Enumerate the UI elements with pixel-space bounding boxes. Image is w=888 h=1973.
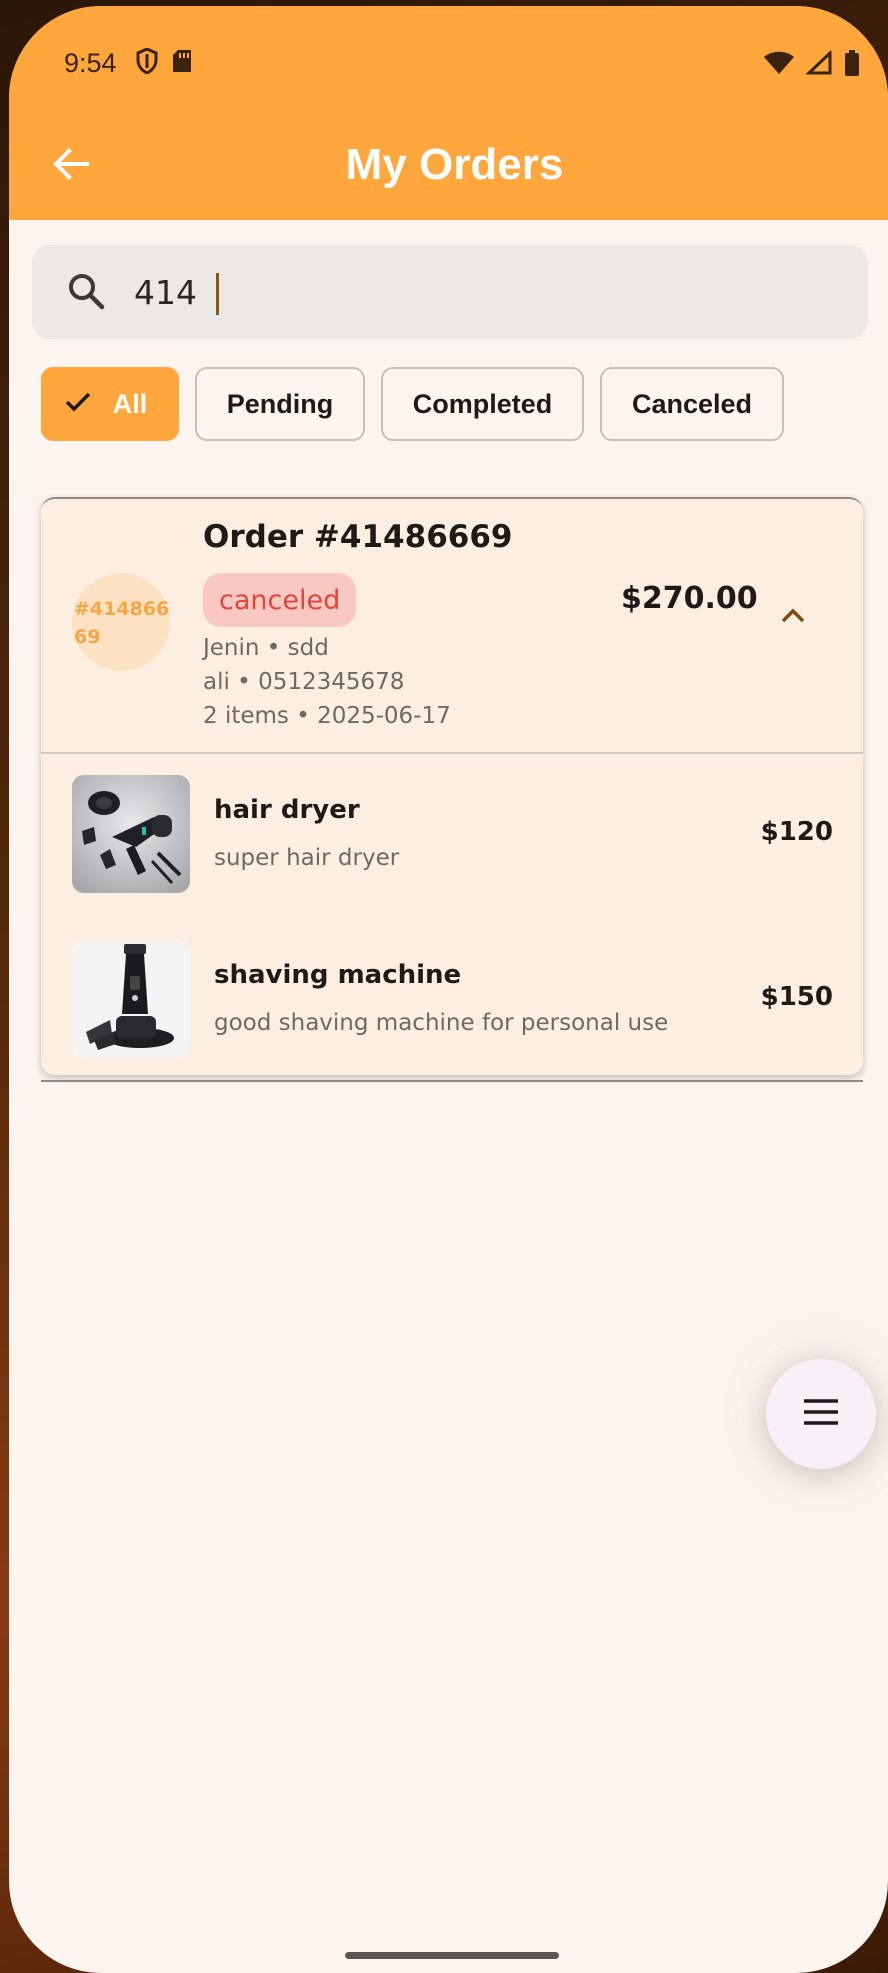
sd-card-icon [172, 49, 192, 80]
filter-chip-pending[interactable]: Pending [195, 367, 365, 441]
shield-icon [136, 47, 158, 81]
menu-fab-button[interactable] [766, 1359, 876, 1469]
item-price: $120 [760, 817, 833, 847]
item-name: shaving machine [214, 960, 462, 990]
item-description: good shaving machine for personal use [214, 1010, 669, 1036]
hair-dryer-product-image [72, 775, 190, 893]
order-item[interactable]: hair dryer super hair dryer $120 [41, 775, 863, 895]
status-bar: 9:54 [64, 44, 860, 84]
item-description: super hair dryer [214, 845, 400, 871]
page-title: My Orders [345, 140, 564, 189]
filter-chip-completed[interactable]: Completed [381, 367, 584, 441]
text-cursor [216, 273, 219, 315]
status-badge: canceled [203, 573, 357, 627]
collapse-button[interactable] [773, 597, 813, 637]
item-name: hair dryer [214, 795, 360, 825]
filter-chip-label: Pending [226, 388, 334, 419]
menu-icon [802, 1398, 840, 1431]
search-input[interactable] [132, 261, 736, 323]
search-bar[interactable] [32, 245, 868, 339]
filter-chip-label: Canceled [631, 388, 753, 419]
battery-icon [844, 50, 860, 83]
order-title: Order #41486669 [203, 519, 513, 555]
filter-chip-all[interactable]: All [41, 367, 179, 441]
check-icon [65, 389, 91, 420]
order-location: Jenin • sdd [203, 635, 329, 661]
status-filter-chips: All Pending Completed Canceled [41, 367, 784, 441]
order-item[interactable]: shaving machine good shaving machine for… [41, 940, 863, 1060]
wifi-icon [764, 51, 794, 82]
chevron-up-icon [781, 607, 805, 628]
order-summary: 2 items • 2025-06-17 [203, 703, 451, 729]
search-icon [66, 271, 108, 313]
order-contact: ali • 0512345678 [203, 669, 405, 695]
status-time: 9:54 [64, 48, 117, 78]
order-total: $270.00 [621, 581, 758, 616]
shaving-machine-product-image [72, 940, 190, 1058]
app-bar: 9:54 My Orders [9, 6, 888, 220]
cell-signal-icon [805, 49, 832, 82]
divider [41, 752, 863, 754]
home-indicator[interactable] [345, 1952, 559, 1959]
list-divider [41, 1080, 863, 1082]
filter-chip-label: Completed [412, 388, 553, 419]
order-avatar: #41486669 [72, 573, 170, 671]
item-price: $150 [760, 982, 833, 1012]
filter-chip-canceled[interactable]: Canceled [600, 367, 784, 441]
title-row: My Orders [9, 134, 888, 204]
order-card[interactable]: #41486669 Order #41486669 canceled $270.… [41, 497, 863, 1075]
phone-screen: 9:54 My Orders 414 All Pending Completed… [9, 6, 888, 1973]
filter-chip-label: All [112, 388, 148, 419]
